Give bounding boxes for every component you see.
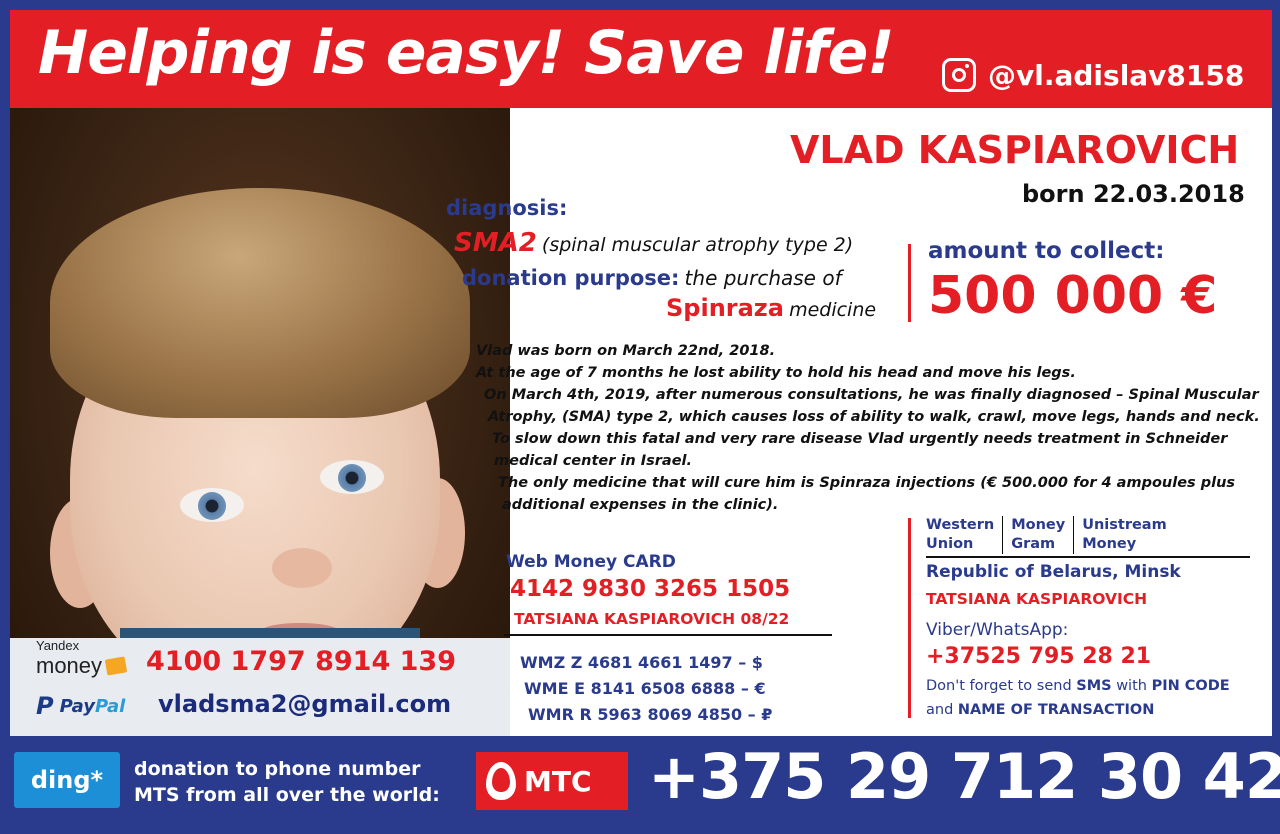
header-banner: Helping is easy! Save life! @vl.adislav8…: [10, 10, 1272, 108]
yandex-money-logo: Yandex money: [36, 638, 128, 679]
ding-logo: ding*: [14, 752, 120, 808]
amount-label: amount to collect:: [928, 238, 1165, 264]
paypal-logo: P PayPal: [36, 692, 126, 720]
service-western-union: Western Union: [926, 517, 995, 552]
amount-divider: [908, 244, 911, 322]
headline: Helping is easy! Save life!: [38, 18, 895, 88]
webmoney-card-number[interactable]: 4142 9830 3265 1505: [510, 576, 790, 602]
purpose-line: donation purpose: the purchase of: [462, 266, 842, 290]
instagram-icon: [942, 58, 976, 92]
birth-date: born 22.03.2018: [1022, 180, 1245, 208]
webmoney-purses: WMZ Z 4681 4661 1497 – $ WME E 8141 6508…: [520, 650, 772, 728]
webmoney-title: Web Money CARD: [506, 552, 676, 572]
story-line: At the age of 7 months he lost ability t…: [476, 365, 1076, 381]
webmoney-holder: TATSIANA KASPIAROVICH 08/22: [514, 610, 790, 628]
story-line: Atrophy, (SMA) type 2, which causes loss…: [488, 409, 1260, 425]
mts-logo: МТС: [476, 752, 628, 810]
transfer-services: Western Union Money Gram Unistream Money: [926, 516, 1175, 554]
transfer-divider-vertical: [908, 518, 911, 718]
service-unistream: Unistream Money: [1073, 516, 1175, 554]
paypal-email[interactable]: vladsma2@gmail.com: [158, 690, 451, 718]
person-name: VLAD KASPIAROVICH: [790, 128, 1240, 172]
story-line: The only medicine that will cure him is …: [498, 475, 1236, 491]
wallet-icon: [104, 656, 128, 676]
transfer-recipient: TATSIANA KASPIAROVICH: [926, 590, 1148, 608]
webmoney-purse[interactable]: WME E 8141 6508 6888 – €: [520, 676, 772, 702]
mts-egg-icon: [486, 762, 516, 800]
purpose-medicine: Spinraza medicine: [666, 294, 877, 322]
service-money-gram: Money Gram: [1002, 516, 1073, 554]
viber-number[interactable]: +37525 795 28 21: [926, 644, 1151, 669]
story-line: medical center in Israel.: [494, 453, 693, 469]
paypal-icon: P: [36, 692, 54, 720]
phone-donation-text: donation to phone number MTS from all ov…: [134, 758, 440, 806]
instagram-link[interactable]: @vl.adislav8158: [942, 58, 1244, 92]
sms-note: Don't forget to send SMS with PIN CODE a…: [926, 678, 1230, 718]
story-line: additional expenses in the clinic).: [502, 497, 779, 513]
transfer-location: Republic of Belarus, Minsk: [926, 562, 1181, 582]
amount-value: 500 000 €: [928, 266, 1218, 326]
donation-phone-number[interactable]: +375 29 712 30 42: [648, 740, 1280, 813]
instagram-handle: @vl.adislav8158: [988, 58, 1245, 92]
story-line: On March 4th, 2019, after numerous consu…: [484, 387, 1259, 403]
story-line: To slow down this fatal and very rare di…: [492, 431, 1228, 447]
diagnosis-label: diagnosis:: [446, 196, 568, 220]
yandex-money-number[interactable]: 4100 1797 8914 139: [146, 646, 456, 677]
webmoney-purse[interactable]: WMR R 5963 8069 4850 – ₽: [520, 702, 772, 728]
story-line: Vlad was born on March 22nd, 2018.: [476, 343, 776, 359]
webmoney-divider: [504, 634, 832, 636]
diagnosis-value: SMA2 (spinal muscular atrophy type 2): [454, 228, 854, 258]
viber-label: Viber/WhatsApp:: [926, 620, 1069, 640]
webmoney-purse[interactable]: WMZ Z 4681 4661 1497 – $: [520, 650, 772, 676]
story-text: Vlad was born on March 22nd, 2018. At th…: [476, 340, 1266, 516]
transfer-divider: [926, 556, 1250, 558]
